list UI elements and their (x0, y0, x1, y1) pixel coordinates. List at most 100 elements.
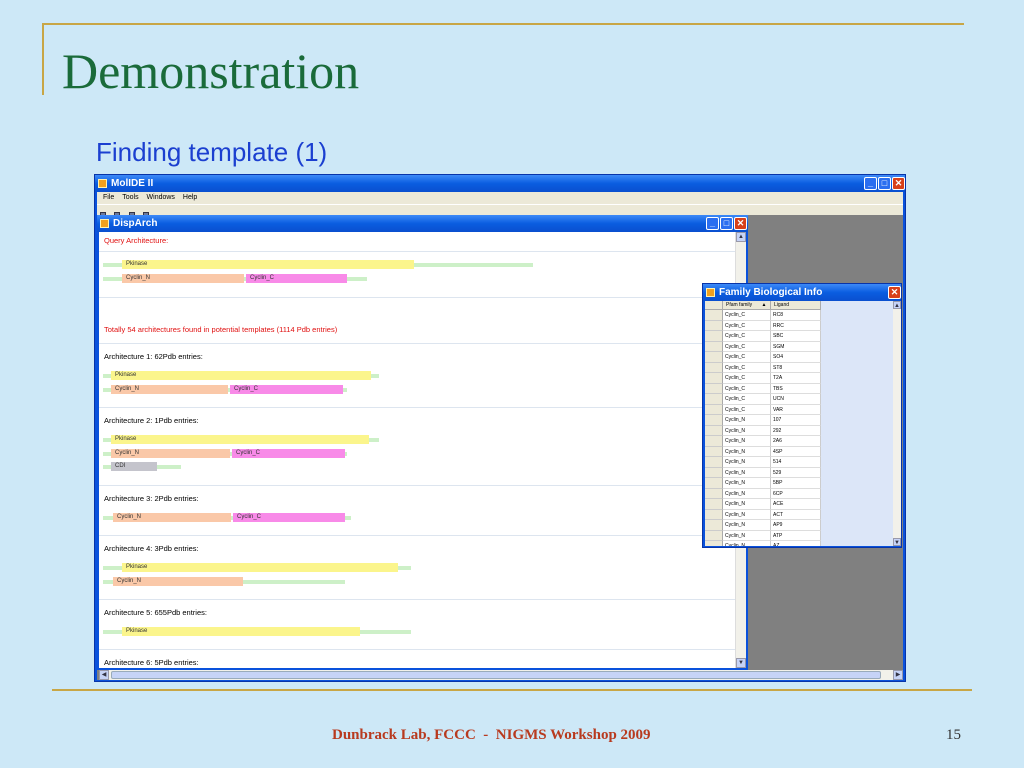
scroll-down-icon[interactable]: ▼ (736, 658, 746, 668)
row-selector[interactable] (705, 425, 723, 436)
column-header-ligand[interactable]: Ligand (771, 301, 821, 310)
domain-cyclin-c[interactable]: Cyclin_C (246, 274, 347, 283)
row-selector[interactable] (705, 446, 723, 457)
row-selector[interactable] (705, 331, 723, 342)
row-selector[interactable] (705, 478, 723, 489)
domain-pkinase[interactable]: Pkinase (122, 563, 398, 572)
table-row[interactable]: Cyclin_N 5BP (705, 478, 821, 489)
domain-cyclin-c[interactable]: Cyclin_C (230, 385, 343, 394)
top-rule (42, 23, 964, 25)
close-button[interactable]: ✕ (892, 177, 905, 190)
row-selector[interactable] (705, 373, 723, 384)
table-row[interactable]: Cyclin_C T2A (705, 373, 821, 384)
row-selector[interactable] (705, 352, 723, 363)
table-row[interactable]: Cyclin_C ST8 (705, 362, 821, 373)
table-row[interactable]: Cyclin_N AZ (705, 541, 821, 546)
disparch-maximize-button[interactable]: □ (720, 217, 733, 230)
cell-pfam-family: Cyclin_C (723, 404, 771, 415)
domain-cyclin-n[interactable]: Cyclin_N (111, 385, 228, 394)
table-row[interactable]: Cyclin_N 514 (705, 457, 821, 468)
table-row[interactable]: Cyclin_N 292 (705, 425, 821, 436)
table-row[interactable]: Cyclin_C RC8 (705, 310, 821, 321)
family-info-titlebar[interactable]: Family Biological Info ✕ (703, 284, 901, 301)
disparch-titlebar[interactable]: DispArch _ □ ✕ (97, 215, 748, 232)
row-selector[interactable] (705, 320, 723, 331)
menu-windows[interactable]: Windows (147, 192, 175, 204)
minimize-button[interactable]: _ (864, 177, 877, 190)
horizontal-scrollbar[interactable]: ◀ ▶ (99, 670, 903, 680)
cell-pfam-family: Cyclin_C (723, 373, 771, 384)
family-info-close-button[interactable]: ✕ (888, 286, 901, 299)
domain-cyclin-c[interactable]: Cyclin_C (233, 513, 345, 522)
scroll-up-icon[interactable]: ▲ (736, 232, 746, 242)
row-selector[interactable] (705, 520, 723, 531)
cell-pfam-family: Cyclin_N (723, 415, 771, 426)
table-row[interactable]: Cyclin_N AP9 (705, 520, 821, 531)
table-row[interactable]: Cyclin_C SBC (705, 331, 821, 342)
table-row[interactable]: Cyclin_N ACE (705, 499, 821, 510)
menu-help[interactable]: Help (183, 192, 197, 204)
domain-pkinase[interactable]: Pkinase (122, 260, 414, 269)
row-selector[interactable] (705, 383, 723, 394)
domain-cdi[interactable]: CDI (111, 462, 157, 471)
row-selector[interactable] (705, 457, 723, 468)
column-header-pfam-family[interactable]: Pfam family ▲ (723, 301, 771, 310)
disparch-close-button[interactable]: ✕ (734, 217, 747, 230)
scroll-right-icon[interactable]: ▶ (893, 670, 903, 680)
separator (99, 599, 735, 600)
table-row[interactable]: Cyclin_C SO4 (705, 352, 821, 363)
row-selector[interactable] (705, 394, 723, 405)
domain-cyclin-n[interactable]: Cyclin_N (122, 274, 244, 283)
table-row[interactable]: Cyclin_N 2A6 (705, 436, 821, 447)
architecture-4-label: Architecture 4: 3Pdb entries: (104, 544, 199, 553)
table-row[interactable]: Cyclin_N ATP (705, 530, 821, 541)
domain-cyclin-n[interactable]: Cyclin_N (113, 513, 231, 522)
row-selector[interactable] (705, 499, 723, 510)
table-row[interactable]: Cyclin_N 529 (705, 467, 821, 478)
cell-ligand: AZ (771, 541, 821, 546)
row-selector[interactable] (705, 530, 723, 541)
row-selector[interactable] (705, 509, 723, 520)
table-row[interactable]: Cyclin_C SGM (705, 341, 821, 352)
domain-pkinase[interactable]: Pkinase (111, 435, 369, 444)
family-info-vertical-scrollbar[interactable]: ▲ ▼ (893, 301, 901, 546)
table-row[interactable]: Cyclin_N ACT (705, 509, 821, 520)
table-row[interactable]: Cyclin_C UCN (705, 394, 821, 405)
maximize-button[interactable]: □ (878, 177, 891, 190)
domain-cyclin-n[interactable]: Cyclin_N (111, 449, 230, 458)
menu-tools[interactable]: Tools (122, 192, 138, 204)
domain-cyclin-n[interactable]: Cyclin_N (113, 577, 243, 586)
table-row[interactable]: Cyclin_C TBS (705, 383, 821, 394)
menu-file[interactable]: File (103, 192, 114, 204)
domain-pkinase[interactable]: Pkinase (111, 371, 371, 380)
row-selector[interactable] (705, 541, 723, 546)
table-row[interactable]: Cyclin_C VAR (705, 404, 821, 415)
slide-subtitle: Finding template (1) (96, 137, 328, 167)
disparch-icon (100, 219, 109, 228)
table-row[interactable]: Cyclin_N 107 (705, 415, 821, 426)
row-selector[interactable] (705, 341, 723, 352)
app-titlebar[interactable]: MolIDE II _ □ ✕ (95, 175, 905, 192)
scroll-up-icon[interactable]: ▲ (893, 301, 901, 309)
app-title: MolIDE II (111, 178, 154, 189)
row-selector[interactable] (705, 415, 723, 426)
table-row[interactable]: Cyclin_N 6CP (705, 488, 821, 499)
table-row[interactable]: Cyclin_C RRC (705, 320, 821, 331)
row-selector[interactable] (705, 436, 723, 447)
domain-cyclin-c[interactable]: Cyclin_C (232, 449, 345, 458)
disparch-minimize-button[interactable]: _ (706, 217, 719, 230)
horizontal-scroll-thumb[interactable] (111, 671, 881, 679)
row-selector[interactable] (705, 467, 723, 478)
row-selector[interactable] (705, 404, 723, 415)
cell-ligand: 5BP (771, 478, 821, 489)
cell-ligand: VAR (771, 404, 821, 415)
row-selector[interactable] (705, 310, 723, 321)
domain-pkinase[interactable]: Pkinase (122, 627, 360, 636)
table-row[interactable]: Cyclin_N 4SP (705, 446, 821, 457)
cell-ligand: RC8 (771, 310, 821, 321)
row-selector[interactable] (705, 488, 723, 499)
cell-pfam-family: Cyclin_N (723, 467, 771, 478)
scroll-left-icon[interactable]: ◀ (99, 670, 109, 680)
row-selector[interactable] (705, 362, 723, 373)
scroll-down-icon[interactable]: ▼ (893, 538, 901, 546)
